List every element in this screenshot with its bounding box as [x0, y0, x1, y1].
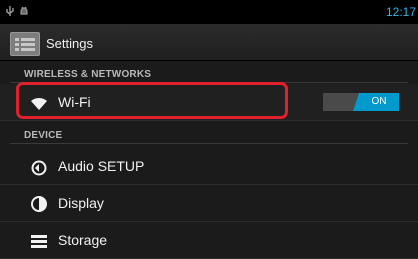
- section-header-device: DEVICE: [0, 124, 418, 144]
- android-debug-icon: [20, 6, 28, 15]
- settings-item-audio-setup[interactable]: Audio SETUP: [0, 148, 418, 185]
- usb-icon: [6, 6, 14, 16]
- page-title: Settings: [46, 36, 93, 51]
- toggle-on-label: ON: [353, 93, 399, 111]
- divider: [10, 143, 408, 144]
- display-icon: [31, 196, 47, 212]
- settings-item-label: Storage: [58, 232, 108, 248]
- settings-app-icon[interactable]: [10, 32, 40, 56]
- storage-icon: [31, 235, 47, 248]
- audio-icon: [31, 160, 47, 176]
- settings-item-display[interactable]: Display: [0, 185, 418, 222]
- settings-item-storage[interactable]: Storage: [0, 222, 418, 259]
- wifi-toggle[interactable]: ON: [323, 93, 399, 111]
- status-bar: 12:17: [0, 0, 418, 24]
- section-label: DEVICE: [24, 130, 63, 141]
- action-bar: Settings: [0, 24, 418, 61]
- section-label: WIRELESS & NETWORKS: [24, 69, 152, 80]
- clock: 12:17: [385, 5, 416, 19]
- settings-item-label: Display: [58, 195, 104, 211]
- highlight-frame: [16, 82, 288, 119]
- settings-item-label: Audio SETUP: [58, 158, 145, 174]
- section-header-wireless: WIRELESS & NETWORKS: [0, 63, 418, 83]
